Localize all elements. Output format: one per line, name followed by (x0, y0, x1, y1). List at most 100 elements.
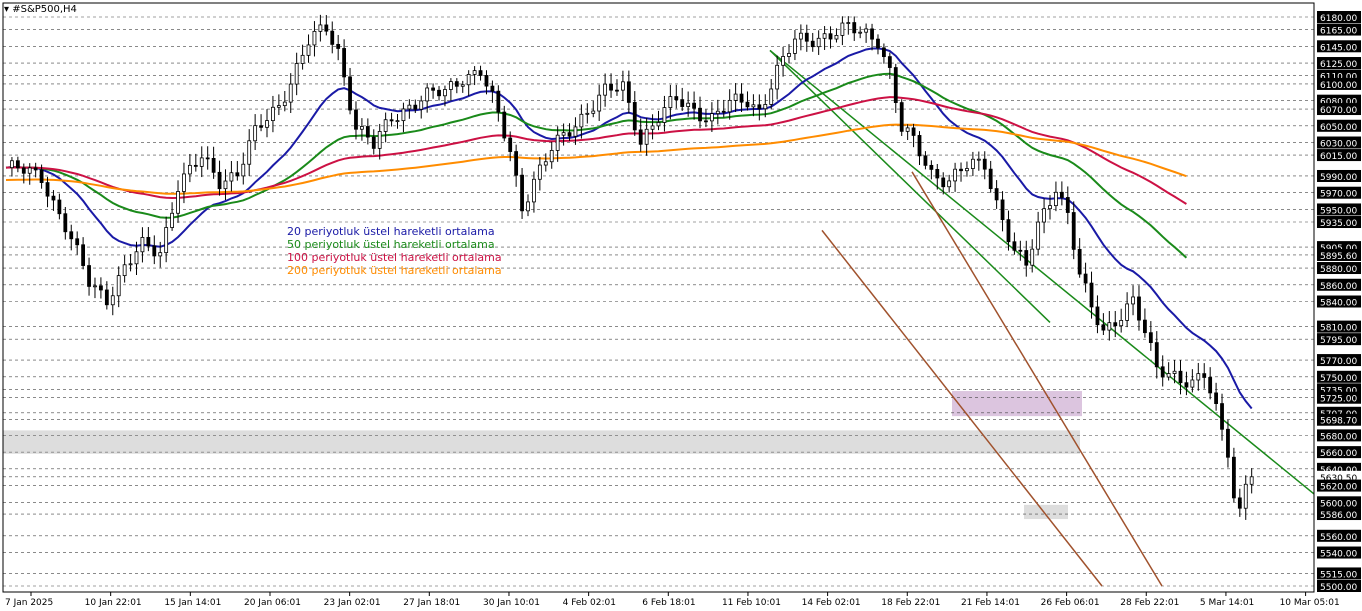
candle-body (1113, 322, 1118, 327)
candle-body (1237, 497, 1242, 509)
support-zone (3, 430, 1080, 454)
time-tick-label: 11 Feb 10:01 (722, 598, 781, 608)
price-tick-label: 5810.00 (1320, 324, 1357, 334)
candle-body (804, 32, 809, 42)
candle-body (609, 83, 613, 91)
candle-body (893, 67, 898, 103)
candle-body (751, 104, 756, 108)
price-gridlines (3, 16, 1314, 587)
candle-body (1125, 303, 1130, 321)
candle-body (662, 107, 667, 123)
candle-body (490, 85, 495, 92)
candle-body (1226, 428, 1230, 458)
candle-body (1119, 320, 1124, 327)
candle-body (674, 96, 679, 101)
candle-body (526, 201, 530, 212)
candle-body (383, 119, 388, 132)
candle-body (1143, 319, 1147, 334)
candle-body (846, 22, 851, 24)
candle-body (650, 125, 655, 130)
candle-body (466, 73, 471, 86)
time-tick-label: 21 Feb 14:01 (961, 598, 1020, 608)
candle-body (407, 104, 412, 110)
candle-body (911, 127, 916, 136)
resistance-zone (952, 391, 1082, 417)
price-tick-label: 5750.00 (1320, 374, 1357, 384)
candle-body (1000, 199, 1005, 221)
price-tick-label: 5950.00 (1320, 206, 1357, 216)
time-tick-label: 14 Feb 02:01 (802, 598, 861, 608)
candle-body (282, 101, 287, 107)
price-tick-label: 6125.00 (1320, 60, 1357, 70)
candle-body (858, 31, 863, 34)
price-tick-label: 5600.00 (1320, 499, 1357, 509)
candle-body (87, 265, 91, 287)
candle-body (164, 227, 169, 254)
candle-body (994, 188, 999, 201)
candle-body (632, 102, 637, 131)
candle-body (1184, 382, 1189, 388)
candle-body (425, 87, 430, 102)
price-chart: 6180.006165.006145.006125.006110.006100.… (2, 2, 1361, 608)
legend-ema20: 20 periyotluk üstel hareketli ortalama (287, 225, 495, 238)
candle-body (217, 171, 222, 190)
chevron-down-icon[interactable]: ▾ (4, 4, 9, 15)
candle-body (828, 33, 833, 40)
candle-body (401, 108, 406, 122)
candle-body (692, 102, 696, 109)
candle-body (822, 33, 827, 39)
candle-body (93, 285, 97, 288)
candle-body (182, 173, 186, 192)
candle-body (1131, 296, 1135, 305)
candle-body (941, 177, 946, 188)
candle-body (1024, 250, 1029, 266)
price-tick-label: 5725.00 (1320, 395, 1357, 405)
price-tick-label: 5895.60 (1320, 252, 1357, 262)
price-tick-label: 6015.00 (1320, 152, 1357, 162)
candle-body (116, 275, 121, 297)
candle-body (769, 88, 774, 105)
price-tick-label: 5680.00 (1320, 432, 1357, 442)
candle-body (223, 180, 228, 190)
candle-body (680, 99, 685, 107)
candle-body (187, 164, 192, 175)
candle-body (128, 263, 133, 266)
price-tick-label: 6050.00 (1320, 123, 1357, 133)
price-tick-label: 5660.00 (1320, 449, 1357, 459)
candle-body (567, 132, 572, 137)
candle-body (1071, 212, 1076, 250)
candle-body (591, 110, 596, 114)
time-tick-label: 20 Jan 06:01 (244, 598, 301, 608)
candle-body (1089, 282, 1094, 308)
price-tick-label: 6180.00 (1320, 14, 1357, 24)
axes (2, 2, 1315, 593)
candle-body (532, 178, 536, 203)
candle-body (887, 56, 892, 68)
candle-body (1012, 241, 1017, 251)
time-tick-label: 26 Feb 06:01 (1041, 598, 1100, 608)
time-axis-labels: 7 Jan 2025 10 Jan 22:01 15 Jan 14:01 20 Jan… (5, 592, 1340, 608)
time-tick-label: 28 Feb 22:01 (1120, 598, 1179, 608)
candle-body (763, 104, 768, 110)
time-tick-label: 4 Feb 02:01 (563, 598, 616, 608)
candle-body (229, 172, 234, 182)
symbol-label: #S&P500,H4 (12, 4, 77, 15)
candle-body (110, 295, 115, 306)
candle-body (176, 191, 180, 214)
candle-body (324, 24, 329, 32)
candle-body (57, 199, 62, 215)
price-tick-label: 5970.00 (1320, 190, 1357, 200)
trendline-long (769, 49, 1315, 495)
candle-body (543, 161, 548, 166)
candle-body (816, 37, 821, 48)
candle-body (241, 163, 246, 177)
time-tick-label: 18 Feb 22:01 (881, 598, 940, 608)
candle-body (1214, 392, 1218, 404)
candle-body (686, 102, 691, 107)
candle-body (10, 160, 14, 169)
candle-body (134, 251, 139, 265)
candle-body (259, 125, 263, 128)
candle-body (395, 120, 400, 123)
chart-symbol-title: ▾ #S&P500,H4 (4, 4, 77, 15)
candle-body (300, 54, 305, 64)
